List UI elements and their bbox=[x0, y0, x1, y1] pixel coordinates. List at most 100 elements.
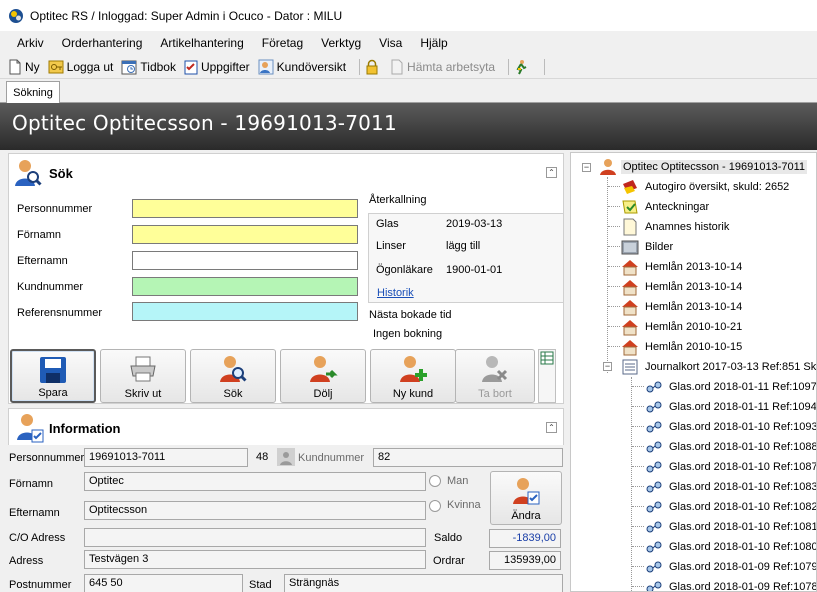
customer-banner: Optitec Optitecsson - 19691013-7011 bbox=[0, 103, 817, 150]
toolbar-separator bbox=[508, 58, 510, 75]
tree-item-journalkort[interactable]: Journalkort 2017-03-13 Ref:851 Sku bbox=[621, 357, 817, 377]
printer-icon bbox=[130, 356, 156, 382]
andra-button[interactable]: Ändra bbox=[490, 471, 562, 525]
info-kundnummer-field[interactable]: 82 bbox=[373, 448, 563, 467]
menu-artikelhantering[interactable]: Artikelhantering bbox=[151, 36, 252, 50]
ordrar-field[interactable]: 135939,00 bbox=[489, 551, 561, 570]
search-fornamn-input[interactable] bbox=[132, 225, 358, 244]
pictures-icon bbox=[621, 240, 639, 255]
menu-arkiv[interactable]: Arkiv bbox=[8, 36, 53, 50]
search-efternamn-input[interactable] bbox=[132, 251, 358, 270]
info-co-adress-field[interactable] bbox=[84, 528, 426, 547]
info-postnummer-field[interactable]: 645 50 bbox=[84, 574, 243, 592]
lock-button[interactable] bbox=[365, 59, 382, 75]
tree-item-autogiro[interactable]: Autogiro översikt, skuld: 2652 bbox=[621, 177, 791, 197]
tree-item-hemlan[interactable]: Hemlån 2010-10-21 bbox=[621, 317, 744, 337]
tree-glas-order[interactable]: Glas.ord 2018-01-10 Ref:1082 bbox=[645, 497, 816, 517]
ta-bort-button[interactable]: Ta bort bbox=[455, 349, 535, 403]
dolj-button[interactable]: Dölj bbox=[280, 349, 366, 403]
new-document-icon bbox=[9, 59, 21, 74]
spara-button[interactable]: Spara bbox=[10, 349, 96, 403]
tree-root-label: Optitec Optitecsson - 19691013-7011 bbox=[621, 160, 808, 174]
tree-item-label: Anamnes historik bbox=[645, 221, 730, 233]
tree-glas-order[interactable]: Glas.ord 2018-01-11 Ref:1094 bbox=[645, 397, 816, 417]
kundoversikt-label: Kundöversikt bbox=[276, 59, 347, 74]
customer-person-icon bbox=[600, 159, 616, 175]
man-radio[interactable] bbox=[429, 475, 441, 487]
note-icon bbox=[622, 200, 638, 214]
autogiro-icon bbox=[623, 180, 637, 194]
skriv-ut-button[interactable]: Skriv ut bbox=[100, 349, 186, 403]
logout-button[interactable]: Logga ut bbox=[48, 59, 113, 75]
tree-item-hemlan[interactable]: Hemlån 2013-10-14 bbox=[621, 297, 744, 317]
sok-button[interactable]: Sök bbox=[190, 349, 276, 403]
glasses-icon bbox=[646, 561, 662, 573]
menu-orderhantering[interactable]: Orderhantering bbox=[53, 36, 152, 50]
uppgifter-label: Uppgifter bbox=[200, 59, 250, 74]
tree-glas-order[interactable]: Glas.ord 2018-01-09 Ref:1078 bbox=[645, 577, 816, 591]
aterkallning-glas-value: 2019-03-13 bbox=[446, 218, 503, 230]
search-referensnummer-input[interactable] bbox=[132, 302, 358, 321]
grid-toggle-button[interactable] bbox=[538, 349, 556, 403]
tree-item-hemlan[interactable]: Hemlån 2010-10-15 bbox=[621, 337, 744, 357]
info-adress-label: Adress bbox=[9, 555, 44, 567]
menu-foretag[interactable]: Företag bbox=[253, 36, 312, 50]
info-kundnummer-label: Kundnummer bbox=[298, 452, 365, 464]
spara-label: Spara bbox=[38, 387, 68, 399]
tree-glas-order[interactable]: Glas.ord 2018-01-09 Ref:1079 bbox=[645, 557, 817, 577]
info-fornamn-label: Förnamn bbox=[9, 478, 54, 490]
uppgifter-button[interactable]: Uppgifter bbox=[184, 59, 250, 75]
tree-item-bilder[interactable]: Bilder bbox=[621, 237, 675, 257]
search-person-icon bbox=[220, 356, 247, 382]
tree-glas-order[interactable]: Glas.ord 2018-01-10 Ref:1088 bbox=[645, 437, 816, 457]
tree-glas-order[interactable]: Glas.ord 2018-01-11 Ref:1097 bbox=[645, 377, 816, 397]
hamta-arbetsyta-button[interactable]: Hämta arbetsyta bbox=[390, 59, 495, 75]
kundoversikt-button[interactable]: Kundöversikt bbox=[258, 59, 346, 75]
kvinna-radio[interactable] bbox=[429, 500, 441, 512]
tree-item-anamnes[interactable]: Anamnes historik bbox=[621, 217, 731, 237]
info-collapse-button[interactable]: ⌃ bbox=[546, 422, 557, 433]
lock-icon bbox=[366, 59, 378, 74]
tree-item-label: Hemlån 2010-10-15 bbox=[645, 341, 743, 353]
info-stad-field[interactable]: Strängnäs bbox=[284, 574, 563, 592]
search-kundnummer-input[interactable] bbox=[132, 277, 358, 296]
help-person-button[interactable] bbox=[514, 59, 531, 75]
search-personnummer-input[interactable] bbox=[132, 199, 358, 218]
tree-journal-expander[interactable]: − bbox=[603, 362, 612, 371]
new-button[interactable]: Ny bbox=[8, 59, 40, 75]
info-efternamn-field[interactable]: Optitecsson bbox=[84, 501, 426, 520]
saldo-field[interactable]: -1839,00 bbox=[489, 529, 561, 548]
workspace-icon bbox=[391, 59, 403, 74]
aterkallning-title: Återkallning bbox=[369, 194, 427, 206]
info-fornamn-field[interactable]: Optitec bbox=[84, 472, 426, 491]
tree-journal-label: Journalkort 2017-03-13 Ref:851 Sku bbox=[645, 361, 817, 373]
info-personnummer-field[interactable]: 19691013-7011 bbox=[84, 448, 248, 467]
aterkallning-linser-label: Linser bbox=[376, 240, 406, 252]
tree-item-hemlan[interactable]: Hemlån 2013-10-14 bbox=[621, 277, 744, 297]
tree-glas-order[interactable]: Glas.ord 2018-01-10 Ref:1080 bbox=[645, 537, 816, 557]
search-collapse-button[interactable]: ⌃ bbox=[546, 167, 557, 178]
ny-kund-button[interactable]: Ny kund bbox=[370, 349, 456, 403]
info-adress-field[interactable]: Testvägen 3 bbox=[84, 550, 426, 569]
tree-item-anteckningar[interactable]: Anteckningar bbox=[621, 197, 711, 217]
info-efternamn-label: Efternamn bbox=[9, 507, 60, 519]
tree-glas-order[interactable]: Glas.ord 2018-01-10 Ref:1083 bbox=[645, 477, 816, 497]
menu-verktyg[interactable]: Verktyg bbox=[312, 36, 370, 50]
tidbok-button[interactable]: Tidbok bbox=[121, 59, 176, 75]
historik-link[interactable]: Historik bbox=[377, 287, 414, 299]
tab-sokning[interactable]: Sökning bbox=[6, 81, 60, 104]
edit-person-icon bbox=[513, 478, 540, 505]
menu-visa[interactable]: Visa bbox=[370, 36, 411, 50]
tree-glas-order[interactable]: Glas.ord 2018-01-10 Ref:1081 bbox=[645, 517, 816, 537]
tree-glas-label: Glas.ord 2018-01-09 Ref:1079 bbox=[669, 561, 817, 573]
tree-root-expander[interactable]: − bbox=[582, 163, 591, 172]
tree-item-hemlan[interactable]: Hemlån 2013-10-14 bbox=[621, 257, 744, 277]
tree-glas-order[interactable]: Glas.ord 2018-01-10 Ref:1087 bbox=[645, 457, 816, 477]
dolj-label: Dölj bbox=[313, 388, 333, 400]
menu-hjalp[interactable]: Hjälp bbox=[411, 36, 456, 50]
info-panel-title: Information bbox=[49, 421, 121, 436]
ordrar-label: Ordrar bbox=[433, 555, 465, 567]
tree-glas-order[interactable]: Glas.ord 2018-01-10 Ref:1093 bbox=[645, 417, 816, 437]
tree-root[interactable]: Optitec Optitecsson - 19691013-7011 bbox=[599, 157, 808, 177]
house-icon bbox=[622, 320, 638, 336]
